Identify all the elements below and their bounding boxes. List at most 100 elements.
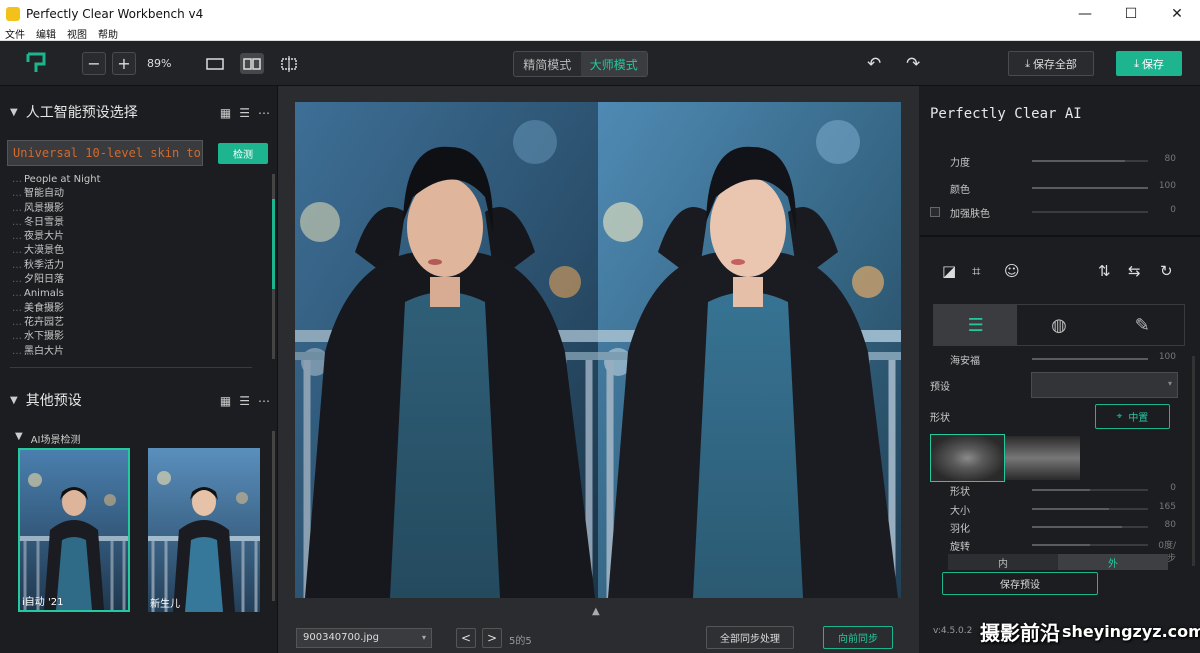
after-image[interactable]	[598, 102, 901, 598]
slider-track[interactable]	[1032, 544, 1148, 546]
list-view-icon[interactable]: ☰	[239, 394, 250, 408]
save-button[interactable]: ⤓ 保存	[1116, 51, 1182, 76]
preset-input[interactable]: Universal 10-level skin tone	[7, 140, 203, 166]
curves-icon[interactable]: ◪	[942, 262, 956, 280]
center-button[interactable]: ⌖ 中置	[1095, 404, 1170, 429]
right-panel-scrollbar[interactable]	[1192, 356, 1195, 566]
grid-view-icon[interactable]: ▦	[220, 106, 231, 120]
menu-help[interactable]: 帮助	[98, 26, 118, 41]
collapse-triangle-icon[interactable]: ▼	[10, 107, 18, 118]
sliders-tab-icon[interactable]: ☰	[934, 305, 1018, 345]
flip-vertical-icon[interactable]: ⇅	[1098, 262, 1111, 280]
download-icon: ⤓	[1025, 56, 1030, 70]
zoom-in-button[interactable]: +	[112, 52, 136, 75]
slider-track[interactable]	[1032, 508, 1148, 510]
grid-view-icon[interactable]: ▦	[220, 394, 231, 408]
prev-image-button[interactable]: <	[456, 628, 476, 648]
other-preset-section-header[interactable]: ▼ 其他预设 ▦ ☰ ⋯	[0, 386, 278, 414]
tool-icon-row: ◪ ⌗ ☺ ⇅ ⇆ ↻	[920, 262, 1200, 282]
rotate-slider[interactable]: 旋转 0度/步	[920, 538, 1200, 564]
master-mode-button[interactable]: 大师模式	[580, 52, 647, 76]
preset-tree-item[interactable]: 花卉园艺	[12, 316, 267, 330]
other-preset-scrollbar[interactable]	[272, 431, 275, 601]
enhance-skin-checkbox[interactable]	[930, 207, 940, 217]
slider-track[interactable]	[1032, 526, 1148, 528]
preset-thumbnail-newborn[interactable]: 新生儿	[148, 448, 260, 612]
preset-tree-item[interactable]: Animals	[12, 287, 267, 301]
slider-track[interactable]	[1032, 358, 1148, 360]
scene-detection-subheader[interactable]: ▼ AI场景检测	[15, 431, 81, 446]
globe-tab-icon[interactable]: ◍	[1017, 305, 1100, 345]
flip-horizontal-icon[interactable]: ⇆	[1128, 262, 1141, 280]
preset-tree-item[interactable]: 美食摄影	[12, 302, 267, 316]
preset-tree-item[interactable]: 秋季活力	[12, 259, 267, 273]
maximize-button[interactable]: ☐	[1108, 0, 1154, 27]
preset-tree-item[interactable]: 智能自动	[12, 187, 267, 201]
sync-forward-button[interactable]: 向前同步	[823, 626, 893, 649]
ai-preset-section-header[interactable]: ▼ 人工智能预设选择 ▦ ☰ ⋯	[0, 98, 278, 126]
detect-button[interactable]: 检测	[218, 143, 268, 164]
slider-fill	[1032, 508, 1109, 510]
slider-track[interactable]	[1032, 160, 1148, 162]
face-icon[interactable]: ☺	[1004, 262, 1020, 280]
preset-tree-item[interactable]: 冬日雪景	[12, 216, 267, 230]
zoom-level: 89%	[147, 57, 172, 70]
sync-all-button[interactable]: 全部同步处理	[706, 626, 794, 649]
menu-view[interactable]: 视图	[67, 26, 87, 41]
strength-slider[interactable]: 力度 80	[920, 154, 1200, 169]
save-preset-button[interactable]: 保存预设	[942, 572, 1098, 595]
enhance-skin-row[interactable]: 加强肤色 0	[920, 205, 1200, 220]
panel-title: Perfectly Clear AI	[930, 106, 1082, 122]
partial-slider-row[interactable]: 海安福 100	[920, 352, 1200, 367]
shape-slider[interactable]: 形状 0	[920, 483, 1200, 498]
scrollbar-thumb[interactable]	[272, 199, 275, 289]
close-button[interactable]: ✕	[1154, 0, 1200, 27]
list-view-icon[interactable]: ☰	[239, 106, 250, 120]
preset-tree-item[interactable]: People at Night	[12, 173, 267, 187]
preset-tree-item[interactable]: 夕阳日落	[12, 273, 267, 287]
split-view-button[interactable]	[240, 53, 264, 74]
redo-icon[interactable]: ↷	[906, 54, 920, 74]
simple-mode-button[interactable]: 精简模式	[514, 52, 581, 76]
file-selector[interactable]: 900340700.jpg	[296, 628, 432, 648]
slider-track[interactable]	[1032, 489, 1148, 491]
collapse-triangle-icon[interactable]: ▼	[15, 431, 23, 446]
radial-shape-option[interactable]	[930, 434, 1005, 482]
compare-view-button[interactable]	[277, 53, 301, 74]
preset-tree-scrollbar[interactable]	[272, 174, 275, 359]
save-all-button[interactable]: ⤓ 保存全部	[1008, 51, 1094, 76]
minimize-button[interactable]: —	[1062, 0, 1108, 27]
preset-tree-item[interactable]: 风景摄影	[12, 202, 267, 216]
slider-fill	[1032, 526, 1123, 528]
palette-tab-icon[interactable]: ✎	[1101, 305, 1184, 345]
preset-tree-item[interactable]: 大漠景色	[12, 244, 267, 258]
slider-track[interactable]	[1032, 187, 1148, 189]
slider-track[interactable]	[1032, 211, 1148, 213]
next-image-button[interactable]: >	[482, 628, 502, 648]
preset-tree-item[interactable]: 水下摄影	[12, 330, 267, 344]
crop-icon[interactable]: ⌗	[972, 262, 980, 280]
save-label: 保存	[1141, 57, 1164, 71]
preset-tree-item[interactable]: 夜景大片	[12, 230, 267, 244]
menu-file[interactable]: 文件	[5, 26, 25, 41]
size-slider[interactable]: 大小 165	[920, 502, 1200, 517]
undo-icon[interactable]: ↶	[867, 54, 881, 74]
expand-filmstrip-icon[interactable]: ▲	[592, 606, 600, 617]
inside-option[interactable]: 内	[948, 554, 1058, 570]
collapse-triangle-icon[interactable]: ▼	[10, 395, 18, 406]
color-slider[interactable]: 颜色 100	[920, 181, 1200, 196]
menu-edit[interactable]: 编辑	[36, 26, 56, 41]
more-icon[interactable]: ⋯	[258, 394, 270, 408]
preset-thumbnail-auto[interactable]: i自动 '21	[18, 448, 130, 612]
more-icon[interactable]: ⋯	[258, 106, 270, 120]
feather-slider[interactable]: 羽化 80	[920, 520, 1200, 535]
outside-option[interactable]: 外	[1058, 554, 1168, 570]
single-view-button[interactable]	[203, 53, 227, 74]
preset-dropdown[interactable]	[1031, 372, 1178, 398]
before-image[interactable]	[295, 102, 598, 598]
rotate-icon[interactable]: ↻	[1160, 262, 1173, 280]
menu-bar: 文件 编辑 视图 帮助	[0, 27, 1200, 41]
preset-tree-item[interactable]: 黑白大片	[12, 345, 267, 359]
zoom-out-button[interactable]: −	[82, 52, 106, 75]
linear-shape-option[interactable]	[1005, 436, 1080, 480]
